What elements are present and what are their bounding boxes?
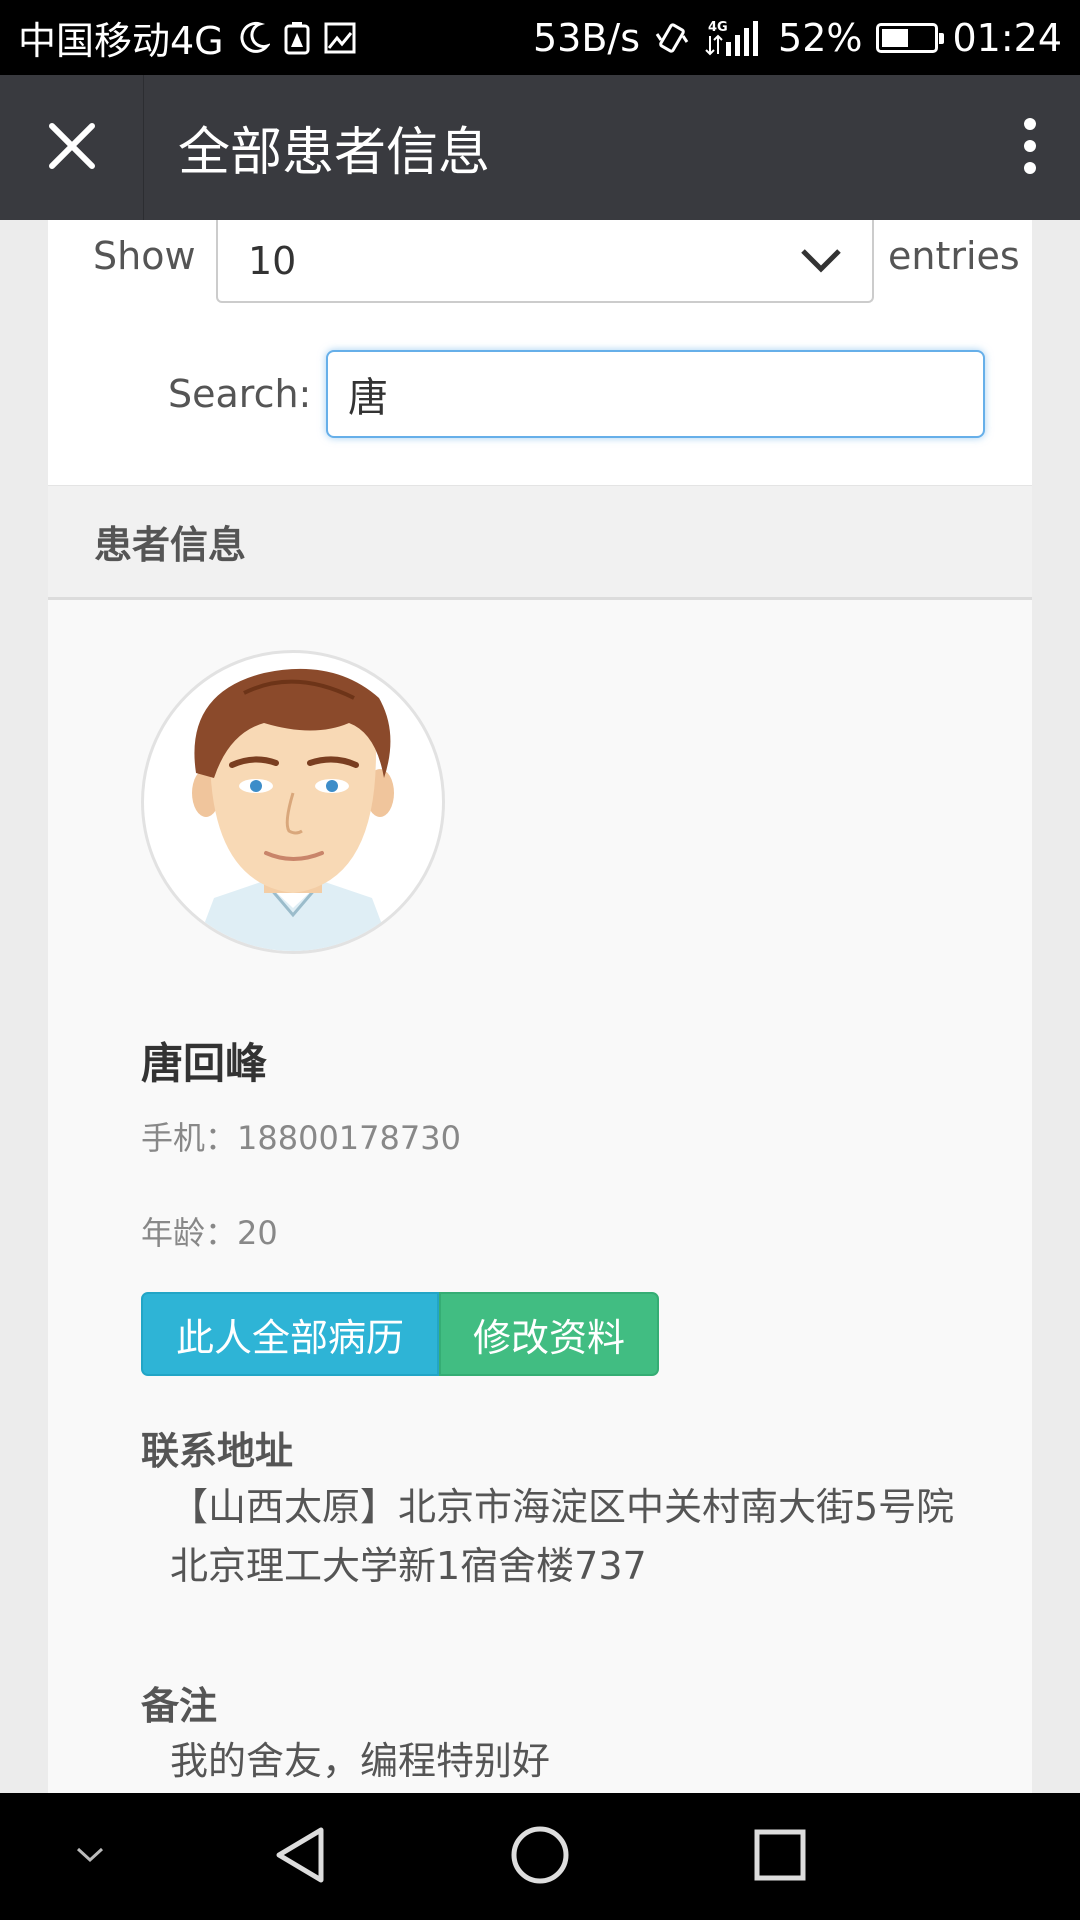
home-circle-icon: [510, 1825, 570, 1889]
close-icon: [47, 121, 97, 175]
search-input[interactable]: [326, 350, 985, 438]
signal-type-label: 4G: [708, 20, 728, 35]
recents-square-icon: [753, 1828, 807, 1886]
address-text: 【山西太原】北京市海淀区中关村南大街5号院北京理工大学新1宿舍楼737: [170, 1485, 955, 1588]
more-vertical-icon: [1022, 116, 1038, 180]
entries-select-value: 10: [248, 238, 297, 283]
panel-heading: 患者信息: [48, 485, 1032, 600]
battery-fill: [882, 28, 909, 47]
search-label: Search:: [168, 372, 312, 416]
close-button[interactable]: [0, 75, 144, 220]
clock: 01:24: [952, 15, 1062, 60]
chevron-down-icon: [800, 239, 842, 283]
avatar-illustration: [192, 668, 394, 951]
battery-percent: 52%: [778, 15, 863, 60]
patient-actions: 此人全部病历 修改资料: [141, 1292, 659, 1376]
all-records-button[interactable]: 此人全部病历: [141, 1292, 439, 1376]
battery-warning-icon: [284, 21, 310, 55]
title-bar: 全部患者信息: [0, 75, 1080, 220]
note-title: 备注: [141, 1684, 218, 1728]
gallery-icon: [324, 22, 356, 54]
status-bar: 中国移动4G 53B/s 4G 52% 01:24: [0, 0, 1080, 75]
note-text: 我的舍友，编程特别好: [170, 1739, 551, 1783]
patient-age: 年龄：20: [141, 1214, 278, 1252]
battery-icon: [876, 22, 945, 53]
address-title: 联系地址: [141, 1429, 294, 1473]
back-button[interactable]: [250, 1793, 350, 1920]
status-bar-left: 中国移动4G: [18, 10, 356, 65]
hide-keyboard-button[interactable]: [40, 1793, 140, 1920]
patient-panel: 唐回峰 手机：18800178730 年龄：20 此人全部病历 修改资料 联系地…: [48, 600, 1032, 1793]
more-button[interactable]: [980, 75, 1080, 220]
patient-name: 唐回峰: [141, 1039, 268, 1088]
back-triangle-icon: [273, 1825, 327, 1889]
entries-label: entries: [888, 234, 1020, 278]
edit-profile-button[interactable]: 修改资料: [439, 1292, 659, 1376]
signal-icon: 4G: [704, 18, 764, 58]
search-row: Search:: [48, 350, 1032, 440]
carrier-label: 中国移动4G: [18, 19, 224, 63]
vibrate-icon: [654, 20, 690, 56]
entries-row: Show 10 entries: [48, 220, 1032, 305]
chevron-down-icon: [75, 1846, 105, 1868]
home-button[interactable]: [490, 1793, 590, 1920]
moon-icon: [238, 21, 270, 55]
patient-phone: 手机：18800178730: [141, 1119, 461, 1157]
entries-select[interactable]: 10: [216, 220, 874, 303]
nav-bar: [0, 1793, 1080, 1920]
net-speed: 53B/s: [532, 15, 641, 60]
avatar: [141, 650, 445, 954]
recents-button[interactable]: [730, 1793, 830, 1920]
content-card: Show 10 entries Search: 患者信息: [48, 220, 1032, 1793]
show-label: Show: [93, 234, 196, 278]
status-bar-right: 53B/s 4G 52% 01:24: [533, 16, 1062, 60]
page-title: 全部患者信息: [178, 123, 491, 183]
